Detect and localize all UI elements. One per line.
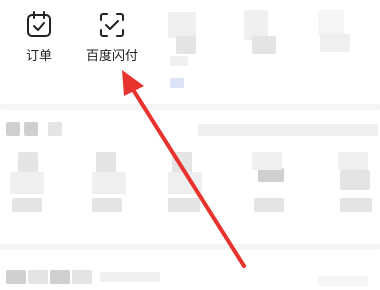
annotation-arrow — [122, 70, 246, 268]
